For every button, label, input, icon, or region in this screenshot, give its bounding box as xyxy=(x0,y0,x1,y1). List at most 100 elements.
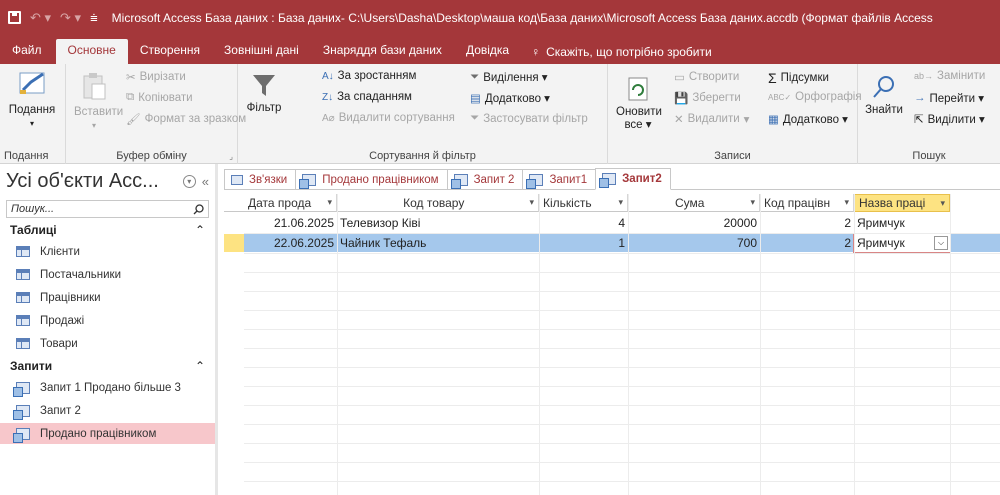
nav-table-employees[interactable]: Працівники xyxy=(0,287,215,308)
tab-file[interactable]: Файл xyxy=(0,39,56,64)
cell-employee-code[interactable]: 2 xyxy=(760,214,854,232)
format-painter-button[interactable]: 🖌 Формат за зразком xyxy=(126,112,246,126)
cell-sum[interactable]: 20000 xyxy=(628,214,760,232)
tab-home[interactable]: Основне xyxy=(55,39,128,64)
tab-database-tools[interactable]: Знаряддя бази даних xyxy=(311,39,454,64)
delete-record-button[interactable]: ✕ Видалити ▾ xyxy=(674,112,749,126)
refresh-all-button[interactable]: Оновити все ▾ xyxy=(616,76,662,132)
column-header-product-code[interactable]: Код товару ▾ xyxy=(337,194,539,212)
remove-sort-button[interactable]: A⌀ Видалити сортування xyxy=(322,112,455,124)
replace-button[interactable]: ab→ Замінити xyxy=(914,70,985,82)
customize-toolbar-icon[interactable]: ⩧ xyxy=(90,10,98,26)
totals-button[interactable]: Σ Підсумки xyxy=(768,70,829,86)
filter-button[interactable]: Фільтр xyxy=(244,72,284,115)
query-icon xyxy=(13,381,30,397)
new-record-icon: ▭ xyxy=(674,72,685,84)
find-button[interactable]: Знайти xyxy=(864,74,904,117)
nav-search-input[interactable]: Пошук... xyxy=(6,200,209,218)
dropdown-arrow-icon[interactable]: ▾ xyxy=(750,197,755,208)
redo-icon[interactable]: ↷ ▾ xyxy=(60,10,81,26)
view-button[interactable]: Подання ▾ xyxy=(6,70,58,130)
cut-button[interactable]: ✂ Вирізати xyxy=(126,70,186,84)
dropdown-arrow-icon[interactable]: ▾ xyxy=(844,197,849,208)
chevron-down-icon[interactable]: ⌵ xyxy=(934,236,948,250)
nav-menu-icon[interactable]: ▾ xyxy=(182,174,196,188)
nav-table-clients[interactable]: Клієнти xyxy=(0,241,215,262)
doc-tab-sold-by-employee[interactable]: Продано працівником xyxy=(295,169,448,189)
nav-table-goods[interactable]: Товари xyxy=(0,333,215,354)
paste-button[interactable]: Вставити ▾ xyxy=(74,72,123,132)
column-header-employee-code[interactable]: Код працівн ▾ xyxy=(760,194,854,212)
tab-external-data[interactable]: Зовнішні дані xyxy=(212,39,311,64)
cell-sale-date[interactable]: 21.06.2025 xyxy=(244,214,337,232)
doc-tab-query2[interactable]: Запит2 xyxy=(595,168,671,190)
spelling-button[interactable]: ABC✓ Орфографія xyxy=(768,91,862,103)
search-icon[interactable] xyxy=(193,203,204,215)
column-header-label: Сума xyxy=(675,195,705,210)
selection-button[interactable]: ⏷ Виділення ▾ xyxy=(470,70,548,85)
new-record-button[interactable]: ▭ Створити xyxy=(674,70,739,84)
more-records-button[interactable]: ▦ Додатково ▾ xyxy=(768,112,848,126)
nav-query-2[interactable]: Запит 2 xyxy=(0,400,215,421)
column-header-label: Кількість xyxy=(543,195,592,210)
nav-title[interactable]: Усі об'єкти Асс... xyxy=(6,170,159,193)
select-all-corner[interactable] xyxy=(224,194,244,212)
select-button[interactable]: ⇱ Виділити ▾ xyxy=(914,112,985,126)
cell-quantity[interactable]: 1 xyxy=(539,234,628,252)
column-header-quantity[interactable]: Кількість ▾ xyxy=(539,194,628,212)
doc-tab-query-2[interactable]: Запит 2 xyxy=(446,169,524,189)
dropdown-arrow-icon[interactable]: ▾ xyxy=(327,197,332,208)
dropdown-arrow-icon[interactable]: ▾ xyxy=(529,197,534,208)
column-header-sum[interactable]: Сума ▾ xyxy=(628,194,760,212)
apply-filter-button[interactable]: ⏷ Застосувати фільтр xyxy=(470,112,588,125)
cell-employee-name[interactable]: Яримчук xyxy=(854,214,950,232)
nav-table-suppliers[interactable]: Постачальники xyxy=(0,264,215,285)
goto-button[interactable]: → Перейти ▾ xyxy=(914,91,984,105)
record-selector[interactable] xyxy=(224,234,244,252)
advanced-filter-button[interactable]: ▤ Додатково ▾ xyxy=(470,91,550,105)
column-header-employee-name[interactable]: Назва праці ▾ xyxy=(854,194,950,212)
queries-section-header[interactable]: Запити ⌃ xyxy=(0,356,215,375)
clipboard-launcher-icon[interactable]: ⌟ xyxy=(229,152,233,161)
save-record-button[interactable]: 💾 Зберегти xyxy=(674,91,741,105)
nav-query-sold-more-3[interactable]: Запит 1 Продано більше 3 xyxy=(0,377,215,398)
tables-section-header[interactable]: Таблиці ⌃ xyxy=(0,220,215,239)
arrow-right-icon: → xyxy=(914,92,926,104)
refresh-label: Оновити xyxy=(616,106,662,118)
employee-name-combo-editor[interactable]: Яримчук ⌵ xyxy=(853,233,951,253)
column-header-sale-date[interactable]: Дата прода ▾ xyxy=(244,194,337,212)
doc-tab-query1[interactable]: Запит1 xyxy=(522,169,597,189)
tell-me-box[interactable]: ♀ Скажіть, що потрібно зробити xyxy=(521,39,712,64)
cell-employee-name[interactable]: Яримчук xyxy=(854,234,934,252)
sort-ascending-button[interactable]: A↓ За зростанням xyxy=(322,70,416,82)
doc-tab-relationships[interactable]: Зв'язки xyxy=(224,169,297,189)
sort-descending-button[interactable]: Z↓ За спаданням xyxy=(322,91,412,103)
cell-product-code[interactable]: Телевизор Ківі xyxy=(337,214,539,232)
cell-quantity[interactable]: 4 xyxy=(539,214,628,232)
tab-help[interactable]: Довідка xyxy=(454,39,521,64)
selection-label: Виділення ▾ xyxy=(483,72,548,84)
cell-sale-date[interactable]: 22.06.2025 xyxy=(244,234,337,252)
document-tabs: Зв'язки Продано працівником Запит 2 Запи… xyxy=(224,168,1000,190)
copy-button[interactable]: ⧉ Копіювати xyxy=(126,91,193,104)
view-icon xyxy=(19,72,45,94)
cell-sum[interactable]: 700 xyxy=(628,234,760,252)
funnel-icon xyxy=(253,75,275,96)
sort-ascending-icon: A↓ xyxy=(322,70,334,82)
undo-icon[interactable]: ↶ ▾ xyxy=(30,10,51,26)
dropdown-arrow-icon[interactable]: ▾ xyxy=(940,198,945,209)
select-label: Виділити ▾ xyxy=(927,114,985,126)
nav-query-sold-by-employee[interactable]: Продано працівником xyxy=(0,423,215,444)
format-painter-icon: 🖌 xyxy=(126,114,141,126)
cell-product-code[interactable]: Чайник Тефаль xyxy=(337,234,539,252)
nav-table-sales[interactable]: Продажі xyxy=(0,310,215,331)
tab-create[interactable]: Створення xyxy=(128,39,212,64)
dropdown-arrow-icon[interactable]: ▾ xyxy=(618,197,623,208)
cell-employee-code[interactable]: 2 xyxy=(760,234,854,252)
table-row[interactable]: 21.06.2025 Телевизор Ківі 4 20000 2 Ярим… xyxy=(244,214,1000,232)
collapse-pane-icon[interactable]: « xyxy=(202,174,209,189)
save-icon[interactable] xyxy=(8,11,21,24)
advanced-label: Додатково ▾ xyxy=(484,93,550,105)
sort-ascending-label: За зростанням xyxy=(337,70,417,82)
table-icon xyxy=(16,315,30,326)
